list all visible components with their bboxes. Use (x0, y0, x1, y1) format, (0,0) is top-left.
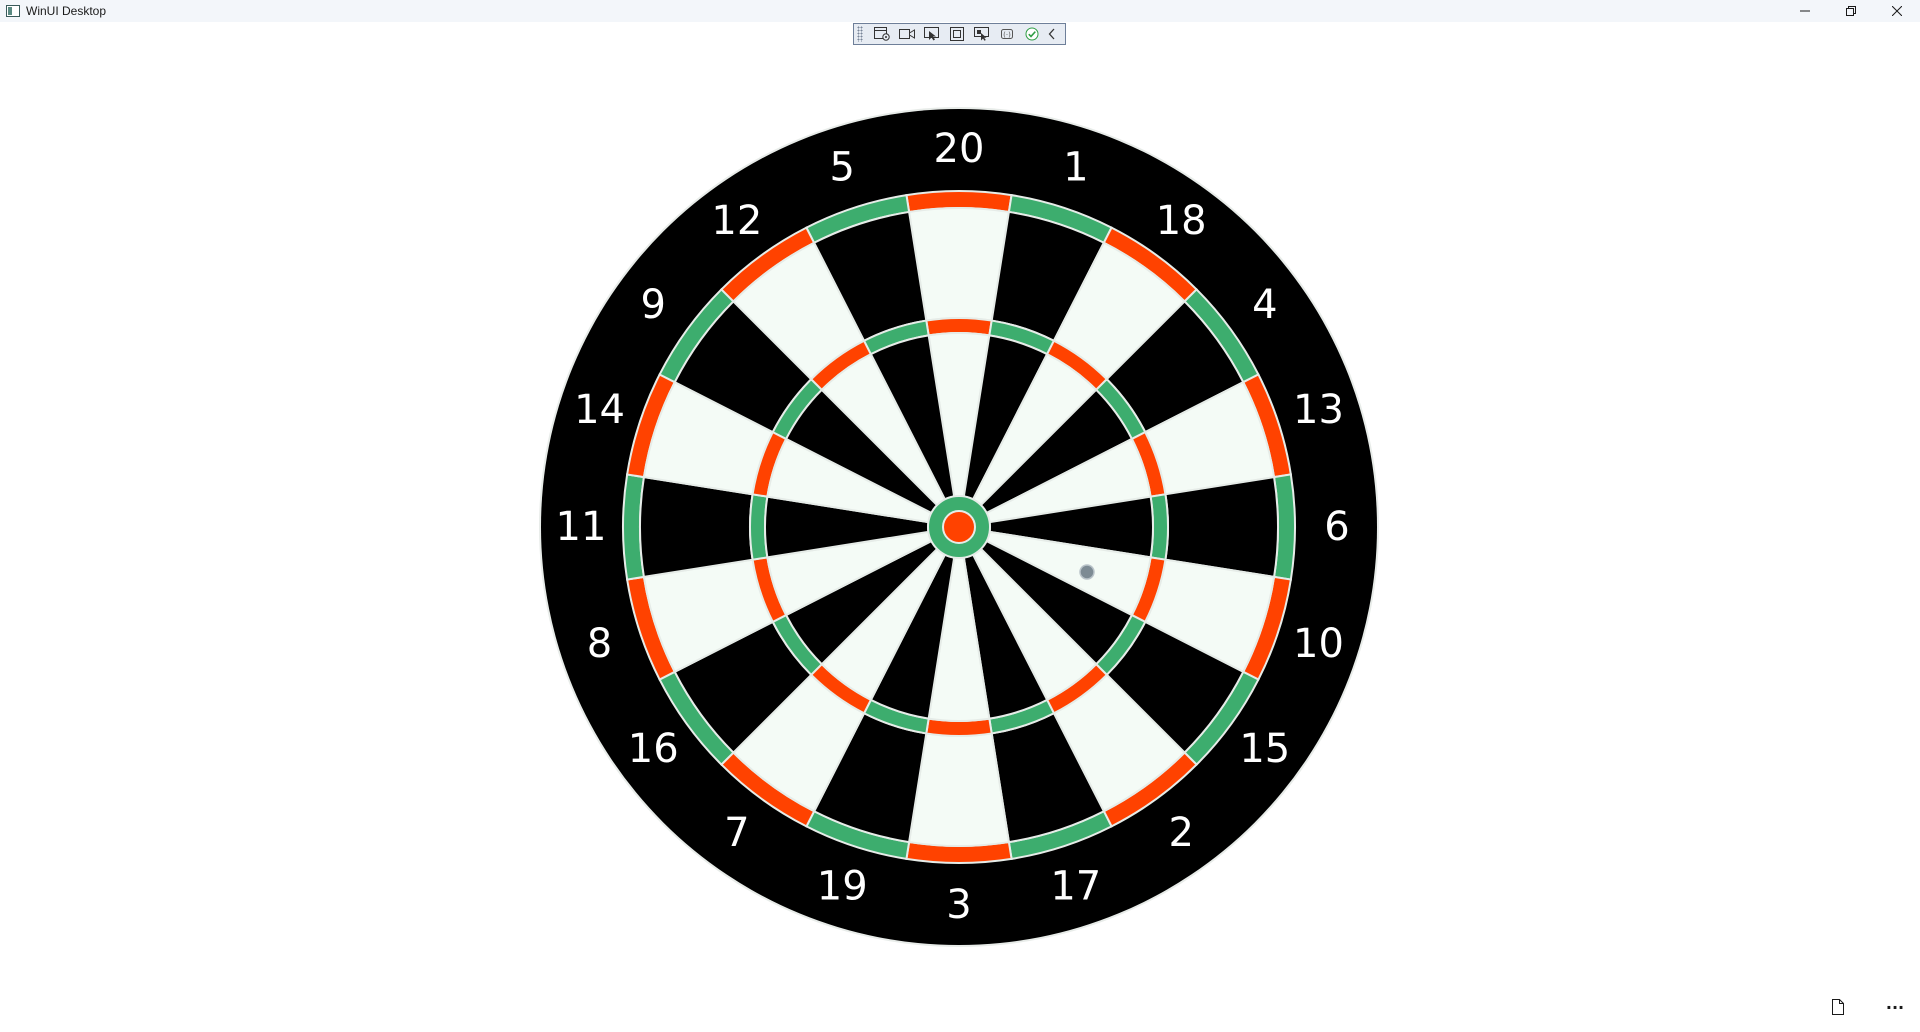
number-5: 5 (829, 145, 854, 191)
minimize-button[interactable] (1782, 0, 1828, 22)
document-button[interactable] (1823, 992, 1853, 1022)
number-3: 3 (946, 882, 971, 928)
record-button[interactable] (896, 25, 918, 43)
svg-text:(·): (·) (1003, 31, 1011, 39)
number-17: 17 (1050, 863, 1101, 909)
minimize-icon (1800, 10, 1810, 12)
number-7: 7 (724, 810, 749, 856)
bullseye[interactable] (942, 510, 976, 544)
layout-adorners-button[interactable] (946, 25, 968, 43)
number-11: 11 (556, 504, 607, 550)
dartboard-container: 20 1 18 4 13 6 10 15 2 17 3 19 7 16 8 11 14 9 12 5 (539, 107, 1379, 947)
collapse-chevron-icon (1048, 28, 1055, 40)
track-focus-icon: (·) (1001, 29, 1013, 39)
number-2: 2 (1168, 810, 1193, 856)
binding-check-button[interactable] (1021, 25, 1043, 43)
number-12: 12 (711, 198, 762, 244)
number-8: 8 (587, 621, 612, 667)
display-layout-icon (974, 27, 989, 41)
collapse-toolbar-button[interactable] (1046, 25, 1058, 43)
number-19: 19 (817, 863, 868, 909)
binding-check-icon (1025, 27, 1039, 41)
track-focus-button[interactable]: (·) (996, 25, 1018, 43)
document-icon (1832, 999, 1844, 1015)
number-9: 9 (640, 282, 665, 328)
app-window-icon (6, 5, 20, 17)
select-element-icon (924, 27, 939, 41)
number-4: 4 (1252, 282, 1277, 328)
close-button[interactable] (1874, 0, 1920, 22)
title-bar: WinUI Desktop (0, 0, 1920, 22)
restore-icon (1846, 6, 1856, 16)
number-10: 10 (1293, 621, 1344, 667)
number-20: 20 (934, 126, 985, 172)
toolbar-grip[interactable] (857, 26, 863, 42)
number-14: 14 (574, 387, 625, 433)
in-app-toolbar: (·) (853, 23, 1066, 45)
record-icon (899, 29, 915, 39)
app-overview-button[interactable] (871, 25, 893, 43)
number-15: 15 (1239, 726, 1290, 772)
number-18: 18 (1156, 198, 1207, 244)
more-options-button[interactable]: ··· (1880, 992, 1910, 1022)
app-overview-icon (874, 27, 890, 41)
layout-adorners-icon (950, 27, 964, 41)
window-title: WinUI Desktop (26, 4, 107, 18)
select-element-button[interactable] (921, 25, 943, 43)
caption-buttons (1782, 0, 1920, 22)
close-icon (1892, 6, 1902, 16)
number-6: 6 (1324, 504, 1349, 550)
number-1: 1 (1063, 145, 1088, 191)
number-13: 13 (1293, 387, 1344, 433)
restore-button[interactable] (1828, 0, 1874, 22)
dartboard[interactable]: 20 1 18 4 13 6 10 15 2 17 3 19 7 16 8 11 14 9 12 5 (539, 107, 1379, 947)
display-layout-button[interactable] (971, 25, 993, 43)
number-16: 16 (628, 726, 679, 772)
dart-hit-marker (1079, 564, 1095, 580)
